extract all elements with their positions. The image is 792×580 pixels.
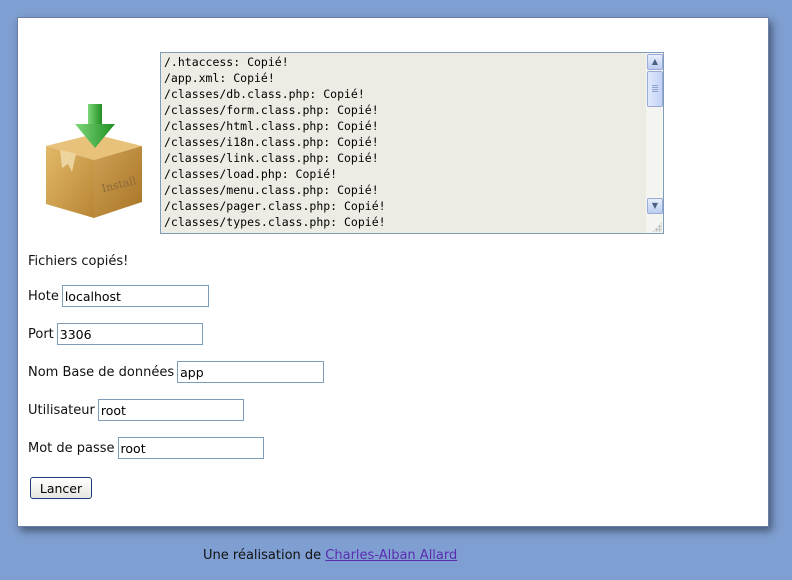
password-input[interactable] (117, 437, 264, 459)
port-row: Port (28, 323, 203, 345)
port-input[interactable] (56, 323, 203, 345)
copy-log-textarea[interactable]: /.htaccess: Copié! /app.xml: Copié! /class… (160, 52, 664, 234)
log-line: /classes/form.class.php: Copié! (164, 103, 379, 117)
log-scrollbar[interactable]: ▲ ▼ (646, 53, 663, 233)
log-line: /classes/i18n.class.php: Copié! (164, 135, 379, 149)
host-label: Hote (28, 288, 59, 304)
author-link[interactable]: Charles-Alban Allard (325, 548, 457, 563)
user-label: Utilisateur (28, 402, 95, 418)
port-label: Port (28, 326, 54, 342)
log-line: /classes/link.class.php: Copié! (164, 151, 379, 165)
host-row: Hote (28, 285, 209, 307)
install-panel: Install /.htaccess: Copié! /app.xml: Copi… (17, 17, 769, 527)
scroll-down-icon[interactable]: ▼ (647, 198, 663, 214)
password-row: Mot de passe (28, 437, 264, 459)
database-label: Nom Base de données (28, 364, 175, 380)
database-row: Nom Base de données (28, 361, 325, 383)
launch-button[interactable]: Lancer (30, 477, 92, 499)
scroll-thumb[interactable] (647, 71, 663, 107)
host-input[interactable] (61, 285, 209, 307)
user-input[interactable] (97, 399, 244, 421)
copy-log-lines: /.htaccess: Copié! /app.xml: Copié! /class… (164, 54, 386, 230)
install-box-icon: Install (46, 104, 142, 218)
database-input[interactable] (177, 361, 325, 383)
user-row: Utilisateur (28, 399, 244, 421)
footer-text: Une réalisation de (203, 548, 322, 563)
status-message: Fichiers copiés! (28, 254, 129, 269)
footer: Une réalisation de Charles-Alban Allard (203, 548, 457, 563)
log-line: /classes/menu.class.php: Copié! (164, 183, 379, 197)
log-line: /classes/types.class.php: Copié! (164, 215, 386, 229)
log-line: /classes/load.php: Copié! (164, 167, 338, 181)
log-line: /classes/html.class.php: Copié! (164, 119, 379, 133)
password-label: Mot de passe (28, 440, 115, 456)
log-line: /.htaccess: Copié! (164, 55, 289, 69)
log-line: /app.xml: Copié! (164, 71, 275, 85)
scroll-up-icon[interactable]: ▲ (647, 54, 663, 70)
log-line: /classes/pager.class.php: Copié! (164, 199, 386, 213)
log-line: /classes/db.class.php: Copié! (164, 87, 365, 101)
